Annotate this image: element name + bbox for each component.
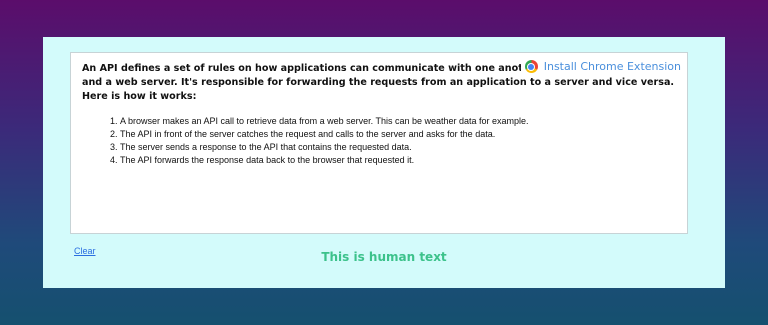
text-input-area[interactable]: An API defines a set of rules on how app… [70,52,688,234]
intro-line: and a web server. It's responsible for f… [82,77,675,88]
step-item: The API forwards the response data back … [120,154,676,167]
step-item: The API in front of the server catches t… [120,128,676,141]
result-text: This is human text [321,250,447,264]
chrome-icon [524,60,538,73]
intro-line: Here is how it works: [82,91,197,102]
detector-panel: An API defines a set of rules on how app… [43,37,725,288]
steps-list: A browser makes an API call to retrieve … [82,115,676,167]
install-extension-label: Install Chrome Extension [543,60,681,73]
step-item: A browser makes an API call to retrieve … [120,115,676,128]
step-item: The server sends a response to the API t… [120,141,676,154]
install-extension-link[interactable]: Install Chrome Extension [520,59,683,74]
